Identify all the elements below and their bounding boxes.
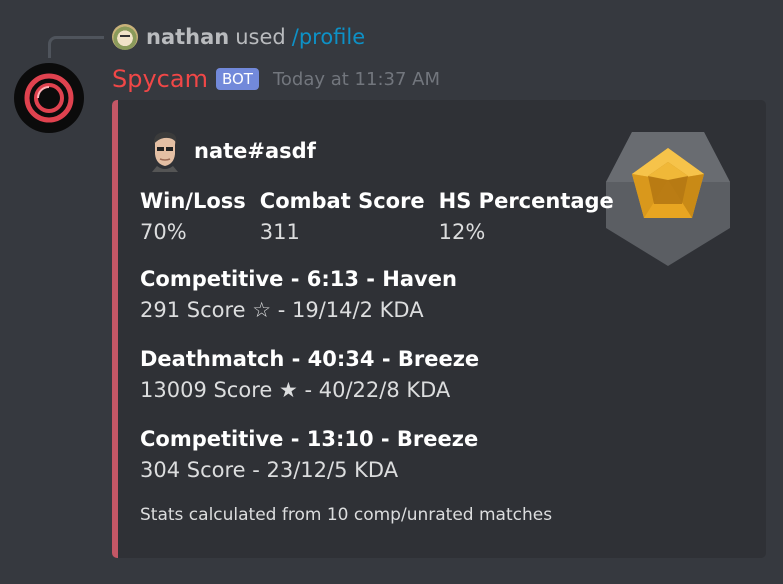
stat-field-name: Win/Loss [140,189,246,213]
embed-accent-bar [112,100,118,558]
stat-field-value: 311 [259,220,300,244]
embed-stat-fields: Win/Loss 70% Combat Score 311 HS Percent… [140,186,628,248]
reply-username[interactable]: nathan [146,25,229,49]
message-header: Spycam BOT Today at 11:37 AM [112,62,440,96]
embed-author-name[interactable]: nate#asdf [194,139,316,163]
reply-spine [48,36,104,58]
spycam-logo-icon [24,73,74,123]
stat-field-name: Combat Score [259,189,425,213]
match-title: Competitive - 13:10 - Breeze [140,427,479,451]
match-title: Deathmatch - 40:34 - Breeze [140,347,480,371]
player-card-icon [148,130,182,172]
reply-used-text: used [235,25,286,49]
embed-author: nate#asdf [148,130,316,172]
stat-field-value: 12% [438,220,486,244]
match-entry: Competitive - 13:10 - Breeze 304 Score -… [140,424,478,486]
bot-avatar[interactable] [14,63,84,133]
reply-command[interactable]: /profile [292,25,365,49]
match-detail: 291 Score ☆ - 19/14/2 KDA [140,298,424,322]
match-title: Competitive - 6:13 - Haven [140,267,457,291]
bot-tag-badge: BOT [215,68,259,90]
profile-embed: nate#asdf Win/Loss 70% Combat Score 311 … [112,100,766,558]
match-entry: Competitive - 6:13 - Haven 291 Score ☆ -… [140,264,457,326]
match-entry: Deathmatch - 40:34 - Breeze 13009 Score … [140,344,479,406]
stat-field-name: HS Percentage [438,189,614,213]
embed-footer: Stats calculated from 10 comp/unrated ma… [140,505,553,525]
stat-field: HS Percentage 12% [439,186,614,248]
stat-field: Win/Loss 70% [140,186,246,248]
reply-avatar[interactable] [112,24,138,50]
match-detail: 13009 Score ★ - 40/22/8 KDA [140,378,451,402]
reply-reference[interactable]: nathan used /profile [112,22,365,52]
message-timestamp[interactable]: Today at 11:37 AM [273,69,440,90]
bot-username[interactable]: Spycam [112,65,208,93]
stat-field: Combat Score 311 [260,186,425,248]
stat-field-value: 70% [140,220,187,244]
match-detail: 304 Score - 23/12/5 KDA [140,458,399,482]
